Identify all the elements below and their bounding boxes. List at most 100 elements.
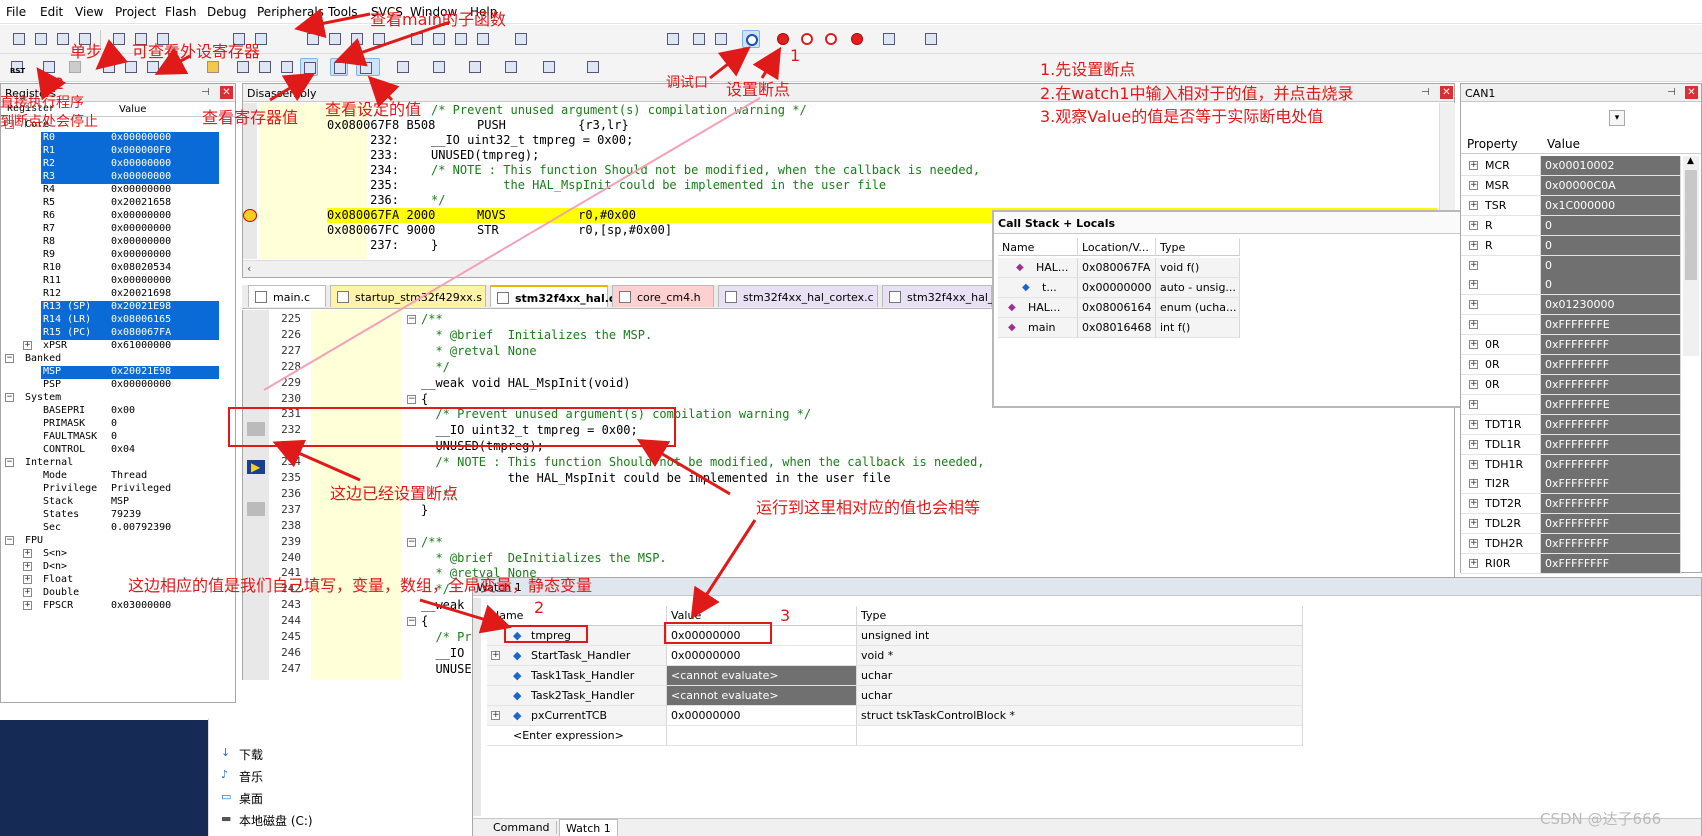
can1-property[interactable]: +0R xyxy=(1461,374,1541,395)
can1-property[interactable]: + R xyxy=(1461,235,1541,256)
register-row[interactable]: R0 0x00000000 xyxy=(41,132,219,145)
watch-row-value[interactable]: 0x00000000 xyxy=(667,646,857,666)
tab-command[interactable]: Command xyxy=(477,821,557,834)
can1-property[interactable]: + xyxy=(1461,275,1541,296)
register-row[interactable]: R6 0x00000000 xyxy=(41,210,219,223)
register-row[interactable]: R13 (SP) 0x20021E98 xyxy=(41,301,219,314)
register-row[interactable]: MSP 0x20021E98 xyxy=(41,366,219,379)
serial-window-icon[interactable] xyxy=(430,58,454,76)
fold-toggle-icon[interactable]: − xyxy=(407,617,416,627)
menu-file[interactable]: File xyxy=(6,5,26,19)
expand-toggle-icon[interactable]: + xyxy=(491,651,500,660)
expand-toggle-icon[interactable]: + xyxy=(23,549,32,558)
chevron-down-icon[interactable]: ▾ xyxy=(1609,110,1625,126)
can1-value[interactable]: 0xFFFFFFFF xyxy=(1541,474,1681,495)
register-value[interactable]: 0x00000000 xyxy=(111,132,171,143)
window-layout-icon[interactable] xyxy=(880,30,906,48)
can1-value[interactable]: 0xFFFFFFFE xyxy=(1541,394,1681,415)
fold-toggle-icon[interactable]: − xyxy=(407,537,416,547)
register-row[interactable]: FAULTMASK 0 xyxy=(41,431,219,444)
kill-all-breakpoints-icon[interactable] xyxy=(848,30,866,48)
expand-toggle-icon[interactable]: + xyxy=(1469,499,1478,509)
register-row[interactable]: + S<n> xyxy=(23,548,219,561)
unindent-icon[interactable] xyxy=(430,30,448,48)
register-row[interactable]: R15 (PC) 0x080067FA xyxy=(41,327,219,340)
fold-toggle-icon[interactable]: − xyxy=(407,394,416,404)
watch-row-value[interactable]: 0x00000000 xyxy=(667,706,857,726)
can1-value[interactable]: 0x1C000000 xyxy=(1541,195,1681,216)
debug-session-icon[interactable] xyxy=(742,30,760,48)
expand-toggle-icon[interactable]: + xyxy=(23,575,32,584)
find-in-files-icon[interactable] xyxy=(512,30,530,48)
expand-toggle-icon[interactable]: + xyxy=(23,588,32,597)
can1-property[interactable]: + TDH2R xyxy=(1461,534,1541,555)
clear-bookmarks-icon[interactable] xyxy=(370,30,388,48)
can1-value[interactable]: 0xFFFFFFFF xyxy=(1541,335,1681,356)
register-value[interactable]: 0x000000F0 xyxy=(111,145,171,156)
configure-icon[interactable] xyxy=(690,30,708,48)
can1-property[interactable]: + TDH1R xyxy=(1461,454,1541,475)
register-value[interactable]: 0x00000000 xyxy=(111,184,171,195)
can1-property[interactable]: + TDL1R xyxy=(1461,434,1541,455)
register-row[interactable]: CONTROL 0x04 xyxy=(41,444,219,457)
can1-property[interactable]: + xyxy=(1461,255,1541,276)
menu-debug[interactable]: Debug xyxy=(207,5,246,19)
register-row[interactable]: + FPSCR 0x03000000 xyxy=(23,600,219,613)
tab-file[interactable]: core_cm4.h xyxy=(612,285,714,307)
register-row[interactable]: R11 0x00000000 xyxy=(41,275,219,288)
register-value[interactable]: 0x08006165 xyxy=(111,314,171,325)
can1-property[interactable]: + MCR xyxy=(1461,156,1541,176)
expand-toggle-icon[interactable]: + xyxy=(1469,360,1478,369)
register-value[interactable]: 0x20021E98 xyxy=(111,301,171,312)
register-value[interactable]: Privileged xyxy=(111,483,171,494)
pin-icon[interactable]: ⊣ xyxy=(1421,87,1430,98)
collapse-toggle-icon[interactable]: − xyxy=(5,458,14,467)
register-row[interactable]: + xPSR 0x61000000 xyxy=(23,340,219,353)
collapse-toggle-icon[interactable]: − xyxy=(5,354,14,363)
tab-file[interactable]: main.c xyxy=(248,285,326,307)
register-row[interactable]: R9 0x00000000 xyxy=(41,249,219,262)
can1-value[interactable]: 0 xyxy=(1541,275,1681,296)
can1-property[interactable]: + MSR xyxy=(1461,175,1541,196)
can1-property[interactable]: + TDT2R xyxy=(1461,494,1541,515)
watch-window-icon[interactable] xyxy=(356,58,380,76)
can1-property[interactable]: + xyxy=(1461,295,1541,316)
can1-value[interactable]: 0xFFFFFFFF xyxy=(1541,534,1681,555)
expand-toggle-icon[interactable]: + xyxy=(1469,260,1478,270)
expand-toggle-icon[interactable]: + xyxy=(1469,439,1478,449)
expand-toggle-icon[interactable]: + xyxy=(1469,300,1478,310)
expand-toggle-icon[interactable]: + xyxy=(23,341,32,350)
register-row[interactable]: Privilege Privileged xyxy=(41,483,219,496)
target-dropdown[interactable] xyxy=(664,30,686,48)
register-row[interactable]: R1 0x000000F0 xyxy=(41,145,219,158)
register-row[interactable]: R10 0x08020534 xyxy=(41,262,219,275)
enable-breakpoint-icon[interactable] xyxy=(798,30,816,48)
register-row[interactable]: States 79239 xyxy=(41,509,219,522)
callstack-row-name[interactable]: ◆ t... xyxy=(998,278,1078,298)
disable-all-breakpoints-icon[interactable] xyxy=(822,30,840,48)
expand-toggle-icon[interactable]: + xyxy=(1469,419,1478,429)
can1-value[interactable]: 0xFFFFFFFF xyxy=(1541,514,1681,535)
expand-toggle-icon[interactable]: + xyxy=(1469,280,1478,290)
symbols-window-icon[interactable] xyxy=(278,58,296,76)
expand-toggle-icon[interactable]: + xyxy=(1469,519,1478,529)
can1-property[interactable]: + RI0R xyxy=(1461,554,1541,574)
register-value[interactable]: 0 xyxy=(111,418,117,429)
options-wrench-icon[interactable] xyxy=(922,30,940,48)
register-value[interactable]: 0x00000000 xyxy=(111,379,171,390)
register-row[interactable]: PRIMASK 0 xyxy=(41,418,219,431)
close-icon[interactable]: ✕ xyxy=(220,86,233,99)
pin-icon[interactable]: ⊣ xyxy=(1667,87,1676,98)
system-viewer-icon[interactable] xyxy=(540,58,564,76)
fold-toggle-icon[interactable]: − xyxy=(407,315,416,324)
register-value[interactable]: 0x00000000 xyxy=(111,158,171,169)
can1-value[interactable]: 0x00010002 xyxy=(1541,156,1681,176)
register-value[interactable]: 79239 xyxy=(111,509,141,520)
expand-toggle-icon[interactable]: + xyxy=(1469,459,1478,469)
expand-toggle-icon[interactable]: + xyxy=(1469,399,1478,409)
open-file-icon[interactable] xyxy=(32,30,50,48)
indent-icon[interactable] xyxy=(408,30,426,48)
toolbox-icon[interactable] xyxy=(584,58,608,76)
watch-row-value[interactable]: <cannot evaluate> xyxy=(667,686,857,706)
can1-property[interactable]: + TSR xyxy=(1461,195,1541,216)
